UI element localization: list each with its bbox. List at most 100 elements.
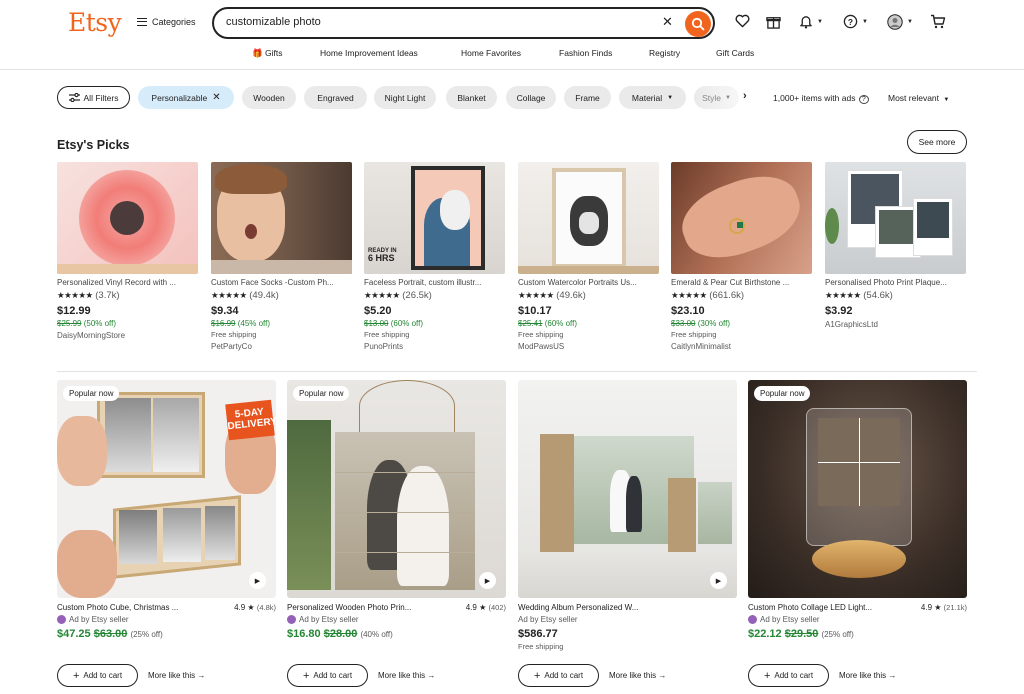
pick-card[interactable]: Custom Watercolor Portraits Us... ★★★★★ … — [518, 162, 659, 351]
nav-home-favorites[interactable]: Home Favorites — [461, 48, 521, 58]
arrow-right-icon: → — [197, 671, 206, 680]
discount: $25.41 (60% off) — [518, 319, 659, 328]
chip-engraved[interactable]: Engraved — [304, 86, 367, 109]
chip-collage[interactable]: Collage — [506, 86, 556, 109]
add-to-cart-button[interactable]: + Add to cart — [287, 664, 368, 687]
nav-gifts[interactable]: 🎁 Gifts — [252, 48, 282, 59]
see-more-button[interactable]: See more — [907, 130, 967, 154]
shop-name[interactable]: ModPawsUS — [518, 342, 659, 351]
svg-text:?: ? — [848, 17, 853, 27]
shipping: Free shipping — [364, 330, 410, 339]
product-title[interactable]: Personalised Photo Print Plaque... — [825, 278, 966, 287]
shop-name[interactable]: DaisyMorningStore — [57, 331, 198, 340]
product-title[interactable]: Wedding Album Personalized W... — [518, 603, 663, 612]
play-icon[interactable]: ▶ — [710, 572, 727, 589]
stars-icon: ★★★★★ — [671, 290, 707, 300]
review-count: (49.4k) — [249, 290, 279, 301]
play-icon[interactable]: ▶ — [249, 572, 266, 589]
pick-card[interactable]: Emerald & Pear Cut Birthstone ... ★★★★★ … — [671, 162, 812, 351]
listing-card[interactable]: Popular now ▶ Personalized Wooden Photo … — [287, 380, 506, 640]
categories-button[interactable]: Categories — [137, 17, 196, 27]
product-title[interactable]: Custom Photo Collage LED Light... — [748, 603, 893, 612]
cart-button[interactable] — [930, 14, 946, 29]
product-title[interactable]: Personalized Wooden Photo Prin... — [287, 603, 432, 612]
pick-card[interactable]: Personalized Vinyl Record with ... ★★★★★… — [57, 162, 198, 340]
gift-icon — [766, 17, 781, 29]
nav-fashion-finds[interactable]: Fashion Finds — [559, 48, 612, 58]
product-image[interactable]: READY IN 6 HRS — [364, 162, 505, 274]
filter-icon — [68, 93, 80, 102]
listing-card[interactable]: 5-DAY DELIVERY Popular now ▶ Custom Phot… — [57, 380, 276, 640]
shop-name[interactable]: PunoPrints — [364, 342, 505, 351]
pick-card[interactable]: READY IN 6 HRS Faceless Portrait, custom … — [364, 162, 505, 351]
chip-material[interactable]: Material ▼ — [619, 86, 686, 109]
product-image[interactable]: ▶ — [518, 380, 737, 598]
original-price: $63.00 — [93, 628, 128, 640]
more-like-this-link[interactable]: More like this → — [839, 671, 896, 680]
shop-name[interactable]: A1GraphicsLtd — [825, 320, 966, 329]
add-to-cart-button[interactable]: + Add to cart — [748, 664, 829, 687]
play-icon[interactable]: ▶ — [479, 572, 496, 589]
search-button[interactable] — [685, 11, 711, 37]
shop-name[interactable]: CaitlynMinimalist — [671, 342, 812, 351]
nav-gift-cards[interactable]: Gift Cards — [716, 48, 754, 58]
product-image[interactable]: Popular now — [748, 380, 967, 598]
listing-card[interactable]: ▶ Wedding Album Personalized W... Ad by … — [518, 380, 737, 651]
discount-percent: (60% off) — [390, 319, 424, 328]
product-image[interactable] — [825, 162, 966, 274]
product-title[interactable]: Emerald & Pear Cut Birthstone ... — [671, 278, 812, 287]
product-title[interactable]: Custom Watercolor Portraits Us... — [518, 278, 659, 287]
chip-style[interactable]: Style ▼ — [694, 86, 739, 109]
product-title[interactable]: Faceless Portrait, custom illustr... — [364, 278, 505, 287]
close-icon[interactable]: ✕ — [212, 92, 220, 103]
pick-card[interactable]: Personalised Photo Print Plaque... ★★★★★… — [825, 162, 966, 329]
all-filters-button[interactable]: All Filters — [57, 86, 130, 109]
info-icon[interactable]: ? — [858, 95, 869, 104]
chip-frame[interactable]: Frame — [564, 86, 611, 109]
product-title[interactable]: Personalized Vinyl Record with ... — [57, 278, 198, 287]
more-like-this-link[interactable]: More like this → — [148, 671, 205, 680]
product-title[interactable]: Custom Face Socks -Custom Ph... — [211, 278, 352, 287]
chip-label: Style — [702, 92, 721, 103]
chip-personalizable[interactable]: Personalizable ✕ — [138, 86, 234, 109]
product-image[interactable] — [671, 162, 812, 274]
product-image[interactable] — [518, 162, 659, 274]
chip-blanket[interactable]: Blanket — [446, 86, 497, 109]
price: $47.25 $63.00 (25% off) — [57, 628, 276, 640]
chevron-right-icon[interactable]: › — [743, 90, 747, 102]
more-like-this-link[interactable]: More like this → — [609, 671, 666, 680]
heart-icon — [735, 14, 750, 28]
chip-wooden[interactable]: Wooden — [242, 86, 296, 109]
chip-night-light[interactable]: Night Light — [374, 86, 436, 109]
product-image[interactable] — [211, 162, 352, 274]
pick-card[interactable]: Custom Face Socks -Custom Ph... ★★★★★ (4… — [211, 162, 352, 351]
product-title[interactable]: Custom Photo Cube, Christmas ... — [57, 603, 202, 612]
star-seller-icon — [57, 615, 66, 624]
shop-name[interactable]: PetPartyCo — [211, 342, 352, 351]
nav-registry[interactable]: Registry — [649, 48, 680, 58]
header: Etsy Categories ✕ ▼ ? ▼ ▼ 🎁 Gifts Home I… — [0, 0, 1024, 70]
popular-badge: Popular now — [63, 386, 120, 401]
help-button[interactable]: ? ▼ — [843, 14, 868, 29]
account-button[interactable]: ▼ — [887, 14, 913, 30]
clear-search-icon[interactable]: ✕ — [662, 14, 673, 30]
etsy-logo[interactable]: Etsy — [68, 8, 122, 37]
product-image[interactable]: Popular now ▶ — [287, 380, 506, 598]
card-actions: + Add to cart More like this → — [287, 664, 435, 687]
plus-icon: + — [533, 669, 541, 682]
delivery-overlay: 5-DAY DELIVERY — [225, 399, 276, 441]
product-image[interactable]: 5-DAY DELIVERY Popular now ▶ — [57, 380, 276, 598]
add-to-cart-button[interactable]: + Add to cart — [518, 664, 599, 687]
favorites-button[interactable] — [735, 14, 750, 28]
product-image[interactable] — [57, 162, 198, 274]
add-to-cart-button[interactable]: + Add to cart — [57, 664, 138, 687]
more-like-this-link[interactable]: More like this → — [378, 671, 435, 680]
listing-card[interactable]: Popular now Custom Photo Collage LED Lig… — [748, 380, 967, 640]
gifts-button[interactable] — [766, 14, 781, 29]
search-input[interactable] — [226, 16, 646, 28]
listing-row: Custom Photo Cube, Christmas ... 4.9 ★ (4… — [57, 603, 276, 612]
sort-dropdown[interactable]: Most relevant ▼ — [888, 93, 949, 103]
notifications-button[interactable]: ▼ — [799, 14, 823, 29]
plus-icon: + — [763, 669, 771, 682]
nav-home-improvement[interactable]: Home Improvement Ideas — [320, 48, 418, 58]
